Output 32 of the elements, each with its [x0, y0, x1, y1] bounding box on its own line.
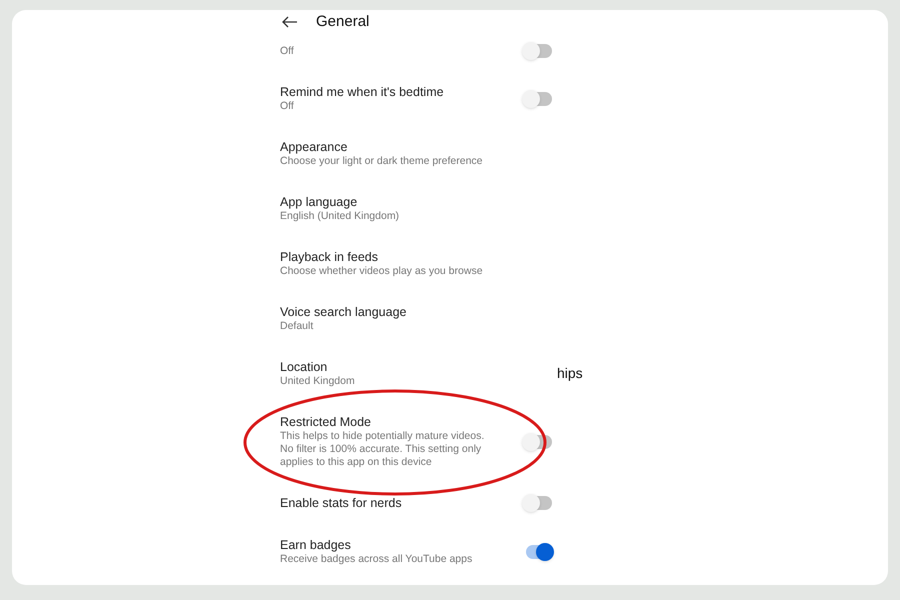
setting-description: English (United Kingdom) — [280, 210, 400, 223]
setting-description: Choose your light or dark theme preference — [280, 155, 484, 168]
setting-title: Remind me when it's bedtime — [280, 84, 445, 100]
settings-row[interactable]: Voice search language Default — [280, 304, 552, 333]
back-arrow-icon[interactable] — [282, 16, 298, 28]
setting-title: Enable stats for nerds — [280, 495, 403, 511]
page-title: General — [316, 12, 370, 32]
settings-row[interactable]: App language English (United Kingdom) — [280, 194, 552, 223]
setting-description: Default — [280, 320, 314, 333]
settings-row[interactable]: Remind me when it's bedtime Off — [280, 84, 552, 113]
settings-row[interactable]: Earn badges Receive badges across all YouTube apps — [280, 537, 552, 566]
setting-title: Voice search language — [280, 304, 408, 320]
settings-row[interactable]: Appearance Choose your light or dark theme preference — [280, 139, 552, 168]
settings-row[interactable]: Restricted Mode This helps to hide potentially mature videos. No filter is 100% accurate. This setting only applies to this app on this device — [280, 414, 552, 469]
settings-row[interactable]: Playback in feeds Choose whether videos play as you browse — [280, 249, 552, 278]
setting-title: Earn badges — [280, 537, 352, 553]
settings-row[interactable]: Enable stats for nerds — [280, 495, 552, 511]
stray-text: hips — [557, 364, 583, 383]
setting-title: App language — [280, 194, 358, 210]
settings-row[interactable]: Off — [280, 44, 552, 58]
setting-description: United Kingdom — [280, 375, 356, 388]
toggle-switch[interactable] — [526, 544, 552, 558]
setting-title: Playback in feeds — [280, 249, 379, 265]
setting-title: Location — [280, 359, 328, 375]
setting-description: This helps to hide potentially mature videos. No filter is 100% accurate. This setting only applies to this app on this device — [280, 430, 486, 469]
setting-title: Appearance — [280, 139, 348, 155]
setting-description: Choose whether videos play as you browse — [280, 265, 484, 278]
setting-description: Off — [280, 100, 295, 113]
setting-description: Receive badges across all YouTube apps — [280, 553, 474, 566]
settings-row[interactable]: Location United Kingdom — [280, 359, 552, 388]
setting-description: Off — [280, 44, 295, 58]
setting-title: Restricted Mode — [280, 414, 372, 430]
